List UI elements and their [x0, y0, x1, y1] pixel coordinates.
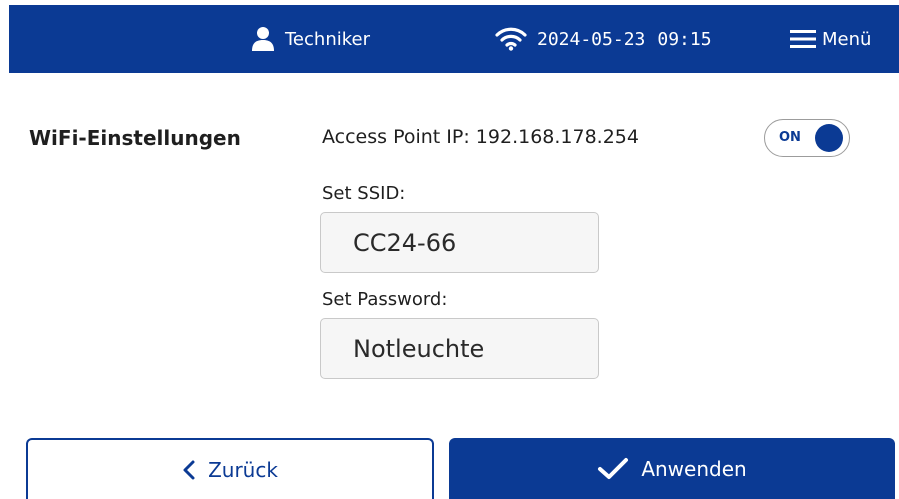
ssid-label: Set SSID: — [322, 183, 406, 204]
wifi-toggle[interactable]: ON — [764, 119, 850, 157]
date-display: 2024-05-23 — [537, 28, 646, 50]
wifi-settings-title: WiFi-Einstellungen — [29, 126, 241, 150]
time-display: 09:15 — [657, 28, 712, 50]
user-icon — [251, 26, 275, 52]
toggle-state-label: ON — [779, 130, 801, 145]
chevron-left-icon — [182, 459, 196, 481]
ssid-input[interactable] — [321, 213, 598, 272]
checkmark-icon — [597, 457, 629, 481]
menu-label: Menü — [822, 28, 872, 50]
status-area: 2024-05-23 09:15 — [495, 5, 712, 73]
apply-button-label: Anwenden — [641, 456, 747, 481]
top-bar: Techniker 2024-05-23 09:15 Menü — [9, 5, 899, 73]
toggle-knob — [815, 124, 843, 152]
access-point-ip: Access Point IP: 192.168.178.254 — [322, 126, 639, 148]
password-input[interactable] — [321, 319, 598, 378]
user-indicator: Techniker — [251, 5, 370, 73]
apply-button[interactable]: Anwenden — [449, 438, 895, 499]
user-role-label: Techniker — [285, 28, 370, 50]
back-button-label: Zurück — [208, 457, 278, 482]
wifi-icon — [495, 27, 527, 51]
password-field-container — [320, 318, 599, 379]
hamburger-menu-icon — [790, 29, 816, 49]
password-label: Set Password: — [322, 289, 448, 310]
menu-button[interactable]: Menü — [790, 5, 871, 73]
ssid-field-container — [320, 212, 599, 273]
back-button[interactable]: Zurück — [26, 438, 434, 499]
